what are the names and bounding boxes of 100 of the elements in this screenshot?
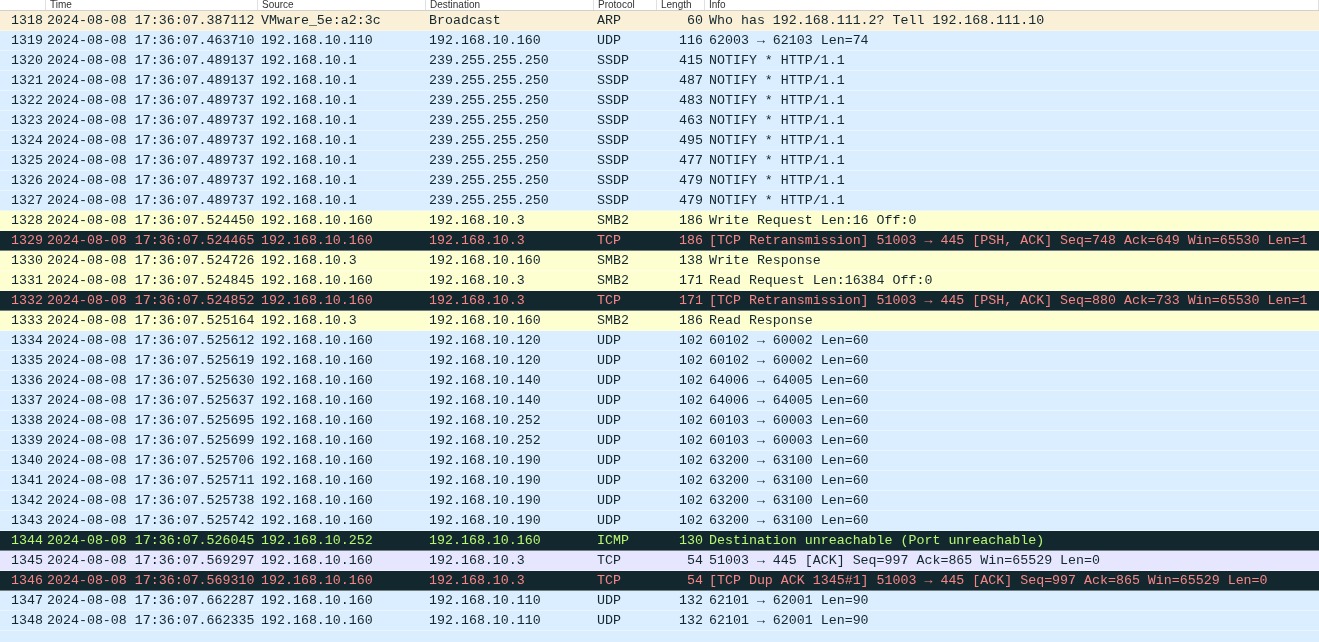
- table-cell-text: 1338: [10, 411, 44, 430]
- column-header[interactable]: Time: [46, 0, 258, 10]
- packet-row[interactable]: 1318 2024-08-08 17:36:07.387112 VMware_5e:a2:3c Broadcast ARP 60 Who has 192.168.111.2? Tell 192.168.111.10: [0, 11, 1319, 31]
- table-cell-text: 2024-08-08 17:36:07.525699: [46, 431, 256, 450]
- packet-row[interactable]: 1331 2024-08-08 17:36:07.524845 192.168.10.160 192.168.10.3 SMB2 171 Read Request Len:16384 Off:0: [0, 271, 1319, 291]
- packet-row[interactable]: 1329 2024-08-08 17:36:07.524465 192.168.10.160 192.168.10.3 TCP 186 [TCP Retransmission] 51003 → 445 [PSH, ACK] Seq=748 Ack=649 Win=65530 Len=1: [0, 231, 1319, 251]
- table-cell-text: 2024-08-08 17:36:07.569297: [46, 551, 256, 570]
- table-cell-text: 239.255.255.250: [428, 171, 550, 190]
- table-cell-text: 2024-08-08 17:36:07.569310: [46, 571, 256, 590]
- packet-row[interactable]: 1345 2024-08-08 17:36:07.569297 192.168.10.160 192.168.10.3 TCP 54 51003 → 445 [ACK] Seq=997 Ack=865 Win=65529 Len=0: [0, 551, 1319, 571]
- column-header[interactable]: Info: [705, 0, 1319, 10]
- table-cell-text: 1340: [10, 451, 44, 470]
- table-cell-text: 239.255.255.250: [428, 71, 550, 90]
- table-cell-text: 1319: [10, 31, 44, 50]
- table-cell-text: 64006 → 64005 Len=60: [708, 391, 870, 410]
- column-header[interactable]: Protocol: [594, 0, 657, 10]
- table-cell-text: 192.168.10.160: [260, 571, 374, 590]
- table-cell-text: 2024-08-08 17:36:07.525612: [46, 331, 256, 350]
- table-cell-text: 186: [678, 211, 704, 230]
- table-cell-text: 192.168.10.110: [428, 591, 542, 610]
- table-cell-text: 192.168.10.110: [428, 611, 542, 630]
- table-cell-text: 1333: [10, 311, 44, 330]
- table-cell-text: 2024-08-08 17:36:07.525637: [46, 391, 256, 410]
- table-cell-text: 51003 → 445 [ACK] Seq=997 Ack=865 Win=65529 Len=0: [708, 551, 1101, 570]
- table-cell-text: 1326: [10, 171, 44, 190]
- table-cell-text: 192.168.10.252: [428, 411, 542, 430]
- packet-row[interactable]: 1344 2024-08-08 17:36:07.526045 192.168.10.252 192.168.10.160 ICMP 130 Destination unreachable (Port unreachable): [0, 531, 1319, 551]
- table-cell-text: NOTIFY * HTTP/1.1: [708, 191, 846, 210]
- table-cell-text: Broadcast: [428, 11, 502, 30]
- table-cell-text: 102: [678, 391, 704, 410]
- table-cell-text: Who has 192.168.111.2? Tell 192.168.111.10: [708, 11, 1046, 30]
- table-cell-text: UDP: [596, 491, 622, 510]
- table-cell-text: 1348: [10, 611, 44, 630]
- column-header[interactable]: Source: [258, 0, 426, 10]
- table-cell-text: SSDP: [596, 131, 630, 150]
- table-cell-text: 63200 → 63100 Len=60: [708, 511, 870, 530]
- table-cell-text: 192.168.10.3: [260, 311, 358, 330]
- table-cell-text: 483: [678, 91, 704, 110]
- table-cell-text: 62101 → 62001 Len=90: [708, 611, 870, 630]
- table-cell-text: 192.168.10.190: [428, 451, 542, 470]
- packet-row[interactable]: 1330 2024-08-08 17:36:07.524726 192.168.10.3 192.168.10.160 SMB2 138 Write Response: [0, 251, 1319, 271]
- table-cell-text: 192.168.10.160: [260, 511, 374, 530]
- table-cell-text: 2024-08-08 17:36:07.489737: [46, 111, 256, 130]
- table-cell-text: 102: [678, 411, 704, 430]
- table-cell-text: 487: [678, 71, 704, 90]
- table-cell-text: 2024-08-08 17:36:07.489737: [46, 191, 256, 210]
- table-cell-text: [TCP Dup ACK 1345#1] 51003 → 445 [ACK] Seq=997 Ack=865 Win=65529 Len=0: [708, 571, 1269, 590]
- table-cell-text: 2024-08-08 17:36:07.524726: [46, 251, 256, 270]
- table-cell-text: 1324: [10, 131, 44, 150]
- table-cell-text: 132: [678, 611, 704, 630]
- table-cell-text: 2024-08-08 17:36:07.662287: [46, 591, 256, 610]
- table-cell-text: 192.168.10.160: [260, 371, 374, 390]
- table-cell-text: 1346: [10, 571, 44, 590]
- table-cell-text: 2024-08-08 17:36:07.489737: [46, 171, 256, 190]
- table-cell-text: 2024-08-08 17:36:07.525742: [46, 511, 256, 530]
- table-cell-text: 1331: [10, 271, 44, 290]
- table-cell-text: 2024-08-08 17:36:07.525630: [46, 371, 256, 390]
- table-cell-text: 102: [678, 371, 704, 390]
- table-cell-text: 1335: [10, 351, 44, 370]
- table-cell-text: 1345: [10, 551, 44, 570]
- table-cell-text: 2024-08-08 17:36:07.525706: [46, 451, 256, 470]
- table-cell-text: 192.168.10.252: [428, 431, 542, 450]
- table-cell-text: 463: [678, 111, 704, 130]
- table-cell-text: 192.168.10.120: [428, 331, 542, 350]
- table-cell-text: 192.168.10.1: [260, 111, 358, 130]
- table-cell-text: 60103 → 60003 Len=60: [708, 431, 870, 450]
- table-cell-text: 192.168.10.1: [260, 171, 358, 190]
- table-cell-text: 192.168.10.160: [428, 311, 542, 330]
- table-cell-text: 60103 → 60003 Len=60: [708, 411, 870, 430]
- packet-row[interactable]: 1346 2024-08-08 17:36:07.569310 192.168.10.160 192.168.10.3 TCP 54 [TCP Dup ACK 1345#1] 51003 → 445 [ACK] Seq=997 Ack=865 Win=65529 Len=0: [0, 571, 1319, 591]
- table-cell-text: 192.168.10.160: [260, 591, 374, 610]
- table-cell-text: 62003 → 62103 Len=74: [708, 31, 870, 50]
- table-cell-text: Write Request Len:16 Off:0: [708, 211, 918, 230]
- table-cell-text: 192.168.10.160: [428, 531, 542, 550]
- packet-row[interactable]: 1328 2024-08-08 17:36:07.524450 192.168.10.160 192.168.10.3 SMB2 186 Write Request Len:16 Off:0: [0, 211, 1319, 231]
- table-cell-text: 2024-08-08 17:36:07.489737: [46, 151, 256, 170]
- table-cell-text: 102: [678, 431, 704, 450]
- table-cell-text: 2024-08-08 17:36:07.525695: [46, 411, 256, 430]
- table-cell-text: SMB2: [596, 251, 630, 270]
- column-header[interactable]: Destination: [426, 0, 594, 10]
- table-cell-text: 1328: [10, 211, 44, 230]
- packet-row[interactable]: 1332 2024-08-08 17:36:07.524852 192.168.10.160 192.168.10.3 TCP 171 [TCP Retransmission] 51003 → 445 [PSH, ACK] Seq=880 Ack=733 Win=65530 Len=1: [0, 291, 1319, 311]
- table-cell-text: 192.168.10.252: [260, 531, 374, 550]
- table-cell-text: 102: [678, 511, 704, 530]
- table-cell-text: 479: [678, 191, 704, 210]
- table-cell-text: SSDP: [596, 171, 630, 190]
- table-cell-text: [TCP Retransmission] 51003 → 445 [PSH, ACK] Seq=748 Ack=649 Win=65530 Len=1: [708, 231, 1309, 250]
- table-cell-text: 192.168.10.160: [260, 611, 374, 630]
- table-cell-text: 171: [678, 271, 704, 290]
- table-cell-text: 2024-08-08 17:36:07.489737: [46, 131, 256, 150]
- table-cell-text: 192.168.10.1: [260, 131, 358, 150]
- packet-row[interactable]: 1333 2024-08-08 17:36:07.525164 192.168.10.3 192.168.10.160 SMB2 186 Read Response: [0, 311, 1319, 331]
- column-header[interactable]: Length: [657, 0, 705, 10]
- table-cell-text: 239.255.255.250: [428, 91, 550, 110]
- table-cell-text: NOTIFY * HTTP/1.1: [708, 71, 846, 90]
- table-cell-text: SSDP: [596, 91, 630, 110]
- table-cell-text: 1332: [10, 291, 44, 310]
- table-cell-text: 102: [678, 491, 704, 510]
- table-cell-text: 1318: [10, 11, 44, 30]
- table-cell-text: 192.168.10.3: [428, 571, 526, 590]
